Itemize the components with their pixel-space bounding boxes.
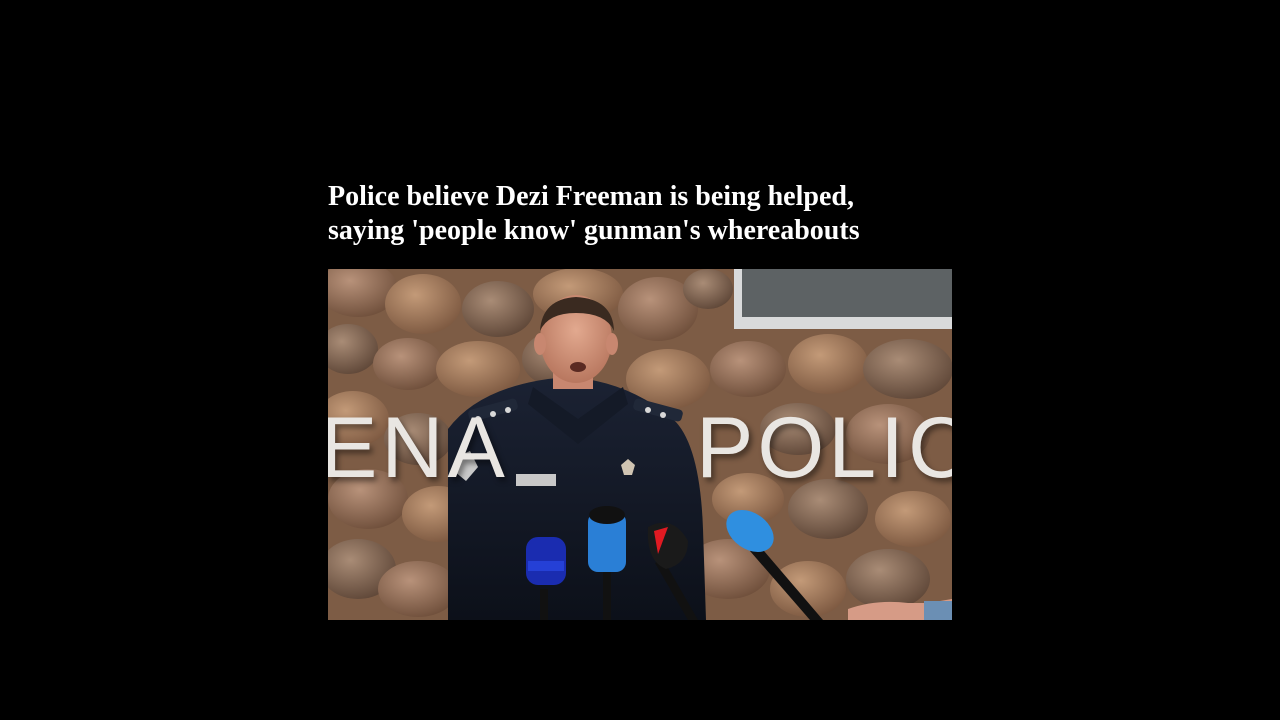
headline-line-1: Police believe Dezi Freeman is being hel…: [328, 181, 854, 212]
building-window: [734, 269, 952, 329]
headline-line-2: saying 'people know' gunman's whereabout…: [328, 215, 860, 246]
article-headline: Police believe Dezi Freeman is being hel…: [328, 180, 952, 248]
press-conference-photo: ENA POLIC: [328, 269, 952, 620]
wall-sign-left: ENA: [328, 400, 509, 496]
wall-sign-right: POLIC: [696, 400, 952, 496]
